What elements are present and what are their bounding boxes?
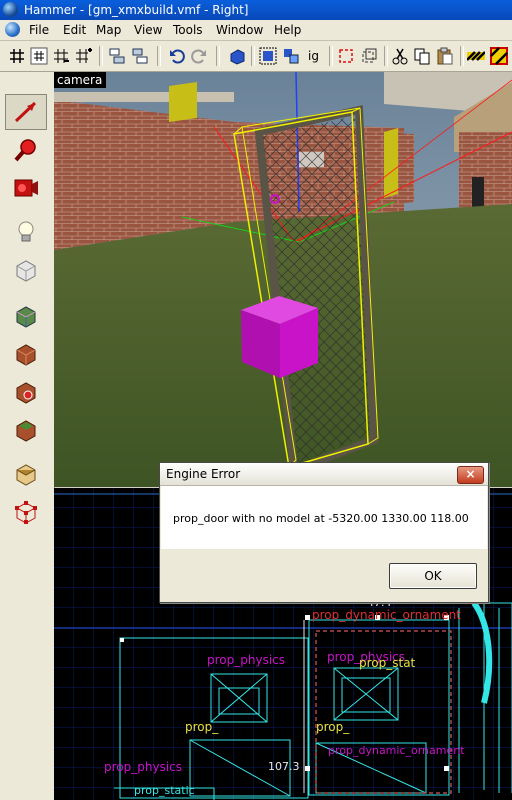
hazard-b-icon[interactable] [490,47,508,65]
camera-scene [54,72,512,487]
label-prop-physics-3: prop_physics [104,760,183,774]
error-message: prop_door with no model at -5320.00 1330… [173,512,469,525]
texture-app-icon [16,306,36,328]
label-prop-dynamic-ornament-2: prop_dynamic_ornament [328,744,465,757]
menu-edit[interactable]: Edit [63,23,86,37]
grid-larger-icon[interactable] [74,47,92,65]
label-prop-physics-1: prop_physics [207,653,286,667]
toolbar-separator [251,46,255,66]
menu-window[interactable]: Window [216,23,263,37]
entity-tool[interactable] [5,214,47,250]
menu-tools[interactable]: Tools [173,23,203,37]
label-prop-dynamic-ornament: prop_dynamic_ornament [312,608,461,622]
menu-bar: File Edit Map View Tools Window Help [0,20,512,41]
grid-smaller-icon[interactable] [52,47,70,65]
paste-icon[interactable] [436,47,454,65]
title-bar: Hammer - [gm_xmxbuild.vmf - Right] [0,0,512,20]
menu-help[interactable]: Help [274,23,301,37]
toolbar-separator [460,46,464,66]
toolbar: ig [0,41,512,72]
vertex-tool-icon [15,501,37,524]
toolbar-separator [99,46,103,66]
block-tool-icon [16,260,36,282]
magnify-tool[interactable] [5,132,47,168]
menu-file[interactable]: File [29,23,49,37]
selection-icon[interactable] [259,47,277,65]
redo-icon[interactable] [190,47,208,65]
dialog-title-bar: Engine Error × [160,463,488,486]
cut-icon[interactable] [391,47,409,65]
block-tool[interactable] [5,252,47,288]
clipping-tool-icon [16,464,36,486]
decal-tool[interactable] [5,374,47,410]
menu-view[interactable]: View [134,23,162,37]
label-prop-1: prop_ [185,720,219,734]
tool-panel [0,72,55,800]
camera-viewport[interactable]: camera [54,72,512,487]
overlay-tool[interactable] [5,412,47,448]
texture-lock-icon[interactable] [282,47,300,65]
toolbar-separator [329,46,333,66]
magnify-tool-icon [14,139,36,162]
label-prop-static-1: prop_stat [359,656,416,670]
hide-icon[interactable] [337,47,355,65]
ok-button[interactable]: OK [389,563,477,589]
engine-error-dialog: Engine Error × prop_door with no model a… [159,462,489,603]
toolbar-separator [384,46,388,66]
window-title: Hammer - [gm_xmxbuild.vmf - Right] [24,3,249,17]
toolbar-separator [157,46,161,66]
clipping-tool[interactable] [5,456,47,492]
carve-icon[interactable] [228,47,246,65]
apply-texture-tool[interactable] [5,336,47,372]
ungroup-icon[interactable] [131,47,149,65]
overlay-tool-icon [16,420,36,442]
decal-tool-icon [16,382,36,404]
menu-map[interactable]: Map [96,23,121,37]
toolbar-separator [216,46,220,66]
texture-app-tool[interactable] [5,298,47,334]
copy-icon[interactable] [413,47,431,65]
camera-tool[interactable] [5,170,47,206]
document-icon[interactable] [5,22,20,37]
entity-tool-icon [18,221,34,242]
close-icon[interactable]: × [457,466,484,484]
hazard-a-icon[interactable] [467,47,485,65]
grid-toggle-icon[interactable] [30,47,48,65]
label-prop-static-2: prop_static [134,784,195,797]
label-prop-2: prop_ [316,720,350,734]
ignore-groups-label[interactable]: ig [308,49,319,63]
hammer-app-icon [3,2,18,17]
selection-tool[interactable] [5,94,47,130]
group-icon[interactable] [108,47,126,65]
camera-tool-icon [14,179,38,197]
grid-icon[interactable] [8,47,26,65]
apply-texture-icon [16,344,36,366]
undo-icon[interactable] [168,47,186,65]
vertex-tool[interactable] [5,494,47,530]
dialog-title: Engine Error [166,467,241,481]
dialog-body: prop_door with no model at -5320.00 1330… [161,486,487,549]
measure-left: 107.3 [268,760,300,773]
camera-label: camera [54,72,107,88]
selection-tool-icon [14,101,37,123]
show-icon[interactable] [360,47,378,65]
